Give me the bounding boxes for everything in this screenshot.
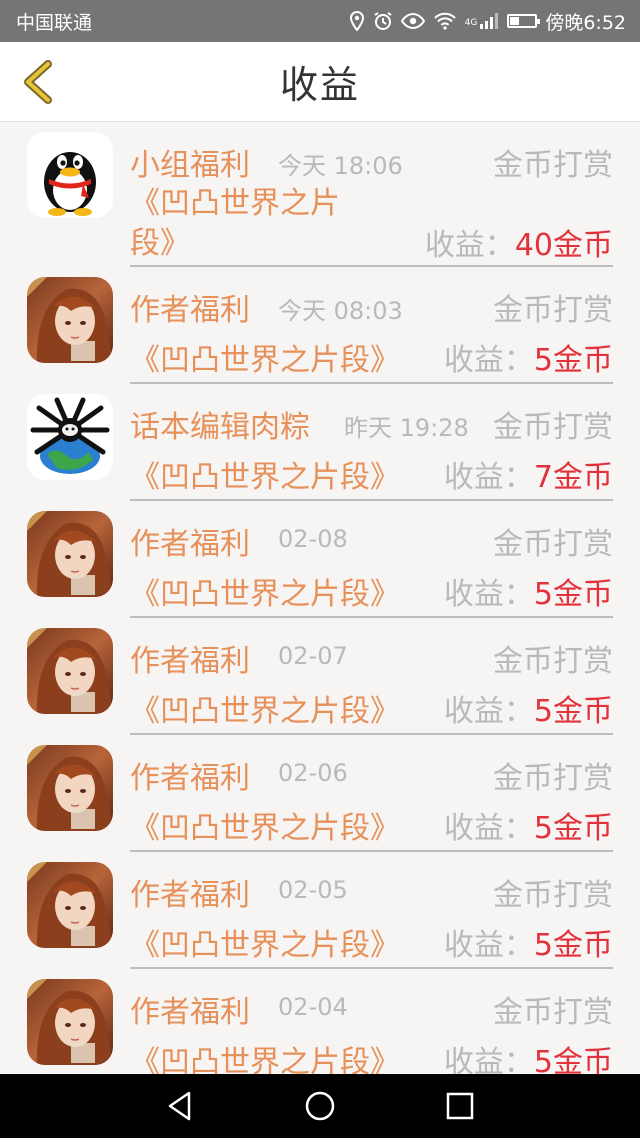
income-label: 收益：: [443, 1045, 534, 1074]
income: 收益：5金币: [444, 569, 613, 613]
work-title: 《凹凸世界之片段》: [130, 694, 400, 729]
reward-type: 金币打赏: [493, 148, 613, 183]
clock: 傍晚6:52: [545, 11, 626, 34]
income-amount: 5金币: [533, 577, 613, 612]
avatar: [27, 277, 113, 363]
work-title: 《凹凸世界之片段》: [130, 928, 400, 963]
list-item-content: 作者福利 02-05 金币打赏《凹凸世界之片段》 收益：5金币: [130, 852, 613, 969]
income: 收益：5金币: [444, 803, 613, 847]
avatar: [27, 511, 113, 597]
work-title: 《凹凸世界之片段》: [130, 186, 340, 261]
benefit-type: 作者福利: [130, 527, 250, 562]
list-item-content: 作者福利 今天 08:03 金币打赏《凹凸世界之片段》 收益：5金币: [130, 267, 613, 384]
network-type: 4G: [464, 17, 478, 28]
income-label: 收益：: [443, 694, 534, 729]
list-item[interactable]: 作者福利 今天 08:03 金币打赏《凹凸世界之片段》 收益：5金币: [0, 267, 640, 384]
income-label: 收益：: [443, 811, 534, 846]
income: 收益：5金币: [444, 920, 613, 964]
avatar: [27, 394, 113, 480]
income-list: 小组福利 今天 18:06 金币打赏 《凹凸世界之片段》 收益：40金币 作者福利 今天 0…: [0, 122, 640, 1074]
avatar: [27, 132, 113, 218]
reward-type: 金币打赏: [493, 410, 613, 445]
income-amount: 5金币: [533, 343, 613, 378]
list-item-content: 小组福利 今天 18:06 金币打赏 《凹凸世界之片段》 收益：40金币: [130, 122, 613, 267]
list-item[interactable]: 话本编辑肉粽 昨天 19:28 金币打赏《凹凸世界之片段》 收益：7金币: [0, 384, 640, 501]
list-item-content: 作者福利 02-07 金币打赏《凹凸世界之片段》 收益：5金币: [130, 618, 613, 735]
wifi-icon: [433, 12, 456, 30]
income-label: 收益：: [443, 928, 534, 963]
income: 收益：5金币: [444, 1037, 613, 1074]
income: 收益：5金币: [444, 335, 613, 379]
avatar: [27, 979, 113, 1065]
back-triangle-icon[interactable]: [165, 1090, 195, 1122]
income-label: 收益：: [443, 577, 534, 612]
avatar: [27, 628, 113, 714]
system-nav-bar: [0, 1074, 640, 1138]
reward-type: 金币打赏: [493, 761, 613, 796]
list-item[interactable]: 作者福利 02-04 金币打赏《凹凸世界之片段》 收益：5金币: [0, 969, 640, 1074]
timestamp: 02-07: [278, 642, 348, 670]
list-item[interactable]: 作者福利 02-07 金币打赏《凹凸世界之片段》 收益：5金币: [0, 618, 640, 735]
income-label: 收益：: [443, 343, 534, 378]
list-item[interactable]: 作者福利 02-05 金币打赏《凹凸世界之片段》 收益：5金币: [0, 852, 640, 969]
benefit-type: 作者福利: [130, 995, 250, 1030]
work-title: 《凹凸世界之片段》: [130, 577, 400, 612]
income-amount: 5金币: [533, 811, 613, 846]
timestamp: 今天 18:06: [278, 152, 403, 180]
work-title: 《凹凸世界之片段》: [130, 343, 400, 378]
timestamp: 02-08: [278, 525, 348, 553]
home-circle-icon[interactable]: [304, 1090, 336, 1122]
avatar: [27, 745, 113, 831]
list-item-content: 话本编辑肉粽 昨天 19:28 金币打赏《凹凸世界之片段》 收益：7金币: [130, 384, 613, 501]
status-icons: 4G 傍晚6:52: [349, 8, 626, 35]
page-title: 收益: [279, 63, 360, 107]
location-icon: [349, 11, 364, 31]
avatar: [27, 862, 113, 948]
list-item-content: 作者福利 02-06 金币打赏《凹凸世界之片段》 收益：5金币: [130, 735, 613, 852]
timestamp: 昨天 19:28: [344, 414, 469, 442]
benefit-type: 作者福利: [130, 293, 250, 328]
battery-icon: [507, 14, 541, 28]
reward-type: 金币打赏: [493, 293, 613, 328]
reward-type: 金币打赏: [493, 995, 613, 1030]
income-amount: 5金币: [533, 928, 613, 963]
benefit-type: 作者福利: [130, 644, 250, 679]
reward-type: 金币打赏: [493, 878, 613, 913]
benefit-type: 作者福利: [130, 878, 250, 913]
list-item[interactable]: 作者福利 02-08 金币打赏《凹凸世界之片段》 收益：5金币: [0, 501, 640, 618]
work-title: 《凹凸世界之片段》: [130, 811, 400, 846]
income-amount: 7金币: [533, 460, 613, 495]
work-title: 《凹凸世界之片段》: [130, 460, 400, 495]
income: 收益：7金币: [444, 452, 613, 496]
carrier-name: 中国联通: [16, 11, 93, 34]
income-amount: 5金币: [533, 1045, 613, 1074]
alarm-icon: [374, 12, 392, 30]
income-amount: 40金币: [514, 228, 613, 263]
list-item-content: 作者福利 02-04 金币打赏《凹凸世界之片段》 收益：5金币: [130, 969, 613, 1074]
list-item[interactable]: 作者福利 02-06 金币打赏《凹凸世界之片段》 收益：5金币: [0, 735, 640, 852]
list-item-content: 作者福利 02-08 金币打赏《凹凸世界之片段》 收益：5金币: [130, 501, 613, 618]
benefit-type: 小组福利: [130, 148, 250, 183]
list-item[interactable]: 小组福利 今天 18:06 金币打赏 《凹凸世界之片段》 收益：40金币: [0, 122, 640, 267]
reward-type: 金币打赏: [493, 527, 613, 562]
timestamp: 02-06: [278, 759, 348, 787]
app-header: 收益: [0, 42, 640, 122]
income: 收益：40金币: [425, 220, 613, 264]
reward-type: 金币打赏: [493, 644, 613, 679]
eye-icon: [400, 12, 425, 30]
benefit-type: 话本编辑肉粽: [130, 410, 310, 445]
income: 收益：5金币: [444, 686, 613, 730]
income-label: 收益：: [424, 228, 515, 263]
chevron-left-icon[interactable]: [18, 58, 58, 106]
timestamp: 02-04: [278, 993, 348, 1021]
timestamp: 今天 08:03: [278, 297, 403, 325]
work-title: 《凹凸世界之片段》: [130, 1045, 400, 1074]
income-label: 收益：: [443, 460, 534, 495]
status-bar: 中国联通 4G 傍晚6:52: [0, 0, 640, 42]
income-amount: 5金币: [533, 694, 613, 729]
benefit-type: 作者福利: [130, 761, 250, 796]
recents-square-icon[interactable]: [445, 1091, 475, 1121]
timestamp: 02-05: [278, 876, 348, 904]
signal-icon: [480, 13, 499, 29]
